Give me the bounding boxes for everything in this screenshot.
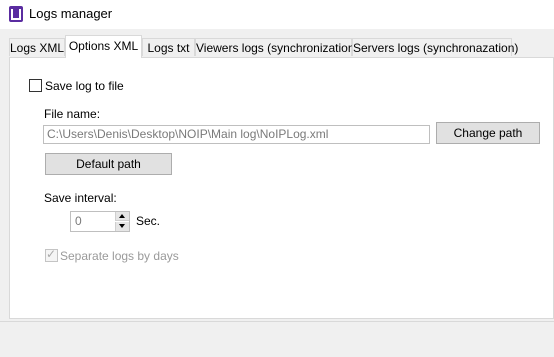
tab-options-xml[interactable]: Options XML: [65, 35, 142, 58]
interval-unit-label: Sec.: [136, 214, 161, 228]
separate-logs-checkbox[interactable]: ✓: [45, 247, 58, 262]
tab-servers-logs[interactable]: Servers logs (synchronazation): [352, 38, 518, 56]
title-bar: Logs manager: [0, 0, 554, 29]
default-path-button[interactable]: Default path: [45, 153, 172, 175]
tab-bar: Logs XML Options XML Logs txt Viewers lo…: [9, 35, 554, 58]
arrow-down-icon: [119, 224, 125, 228]
stepper-up-button[interactable]: [115, 212, 129, 221]
divider: [0, 321, 554, 322]
change-path-button[interactable]: Change path: [436, 122, 540, 144]
app-logo-icon: [9, 6, 23, 22]
window-title: Logs manager: [29, 6, 113, 21]
tab-logs-xml[interactable]: Logs XML: [9, 38, 65, 56]
tab-viewers-logs[interactable]: Viewers logs (synchronization): [195, 38, 359, 56]
interval-value[interactable]: 0: [75, 214, 82, 228]
separate-logs-label[interactable]: Separate logs by days: [60, 249, 179, 263]
save-log-label[interactable]: Save log to file: [45, 79, 124, 93]
options-panel: Save log to file File name: C:\Users\Den…: [9, 57, 554, 319]
save-interval-label: Save interval:: [44, 191, 117, 205]
stepper-down-button[interactable]: [115, 222, 129, 231]
file-path-field[interactable]: C:\Users\Denis\Desktop\NOIP\Main log\NoI…: [43, 125, 430, 144]
checkmark-icon: ✓: [46, 247, 57, 261]
arrow-up-icon: [119, 214, 125, 218]
save-log-checkbox[interactable]: [29, 79, 42, 92]
interval-stepper[interactable]: 0: [70, 211, 130, 232]
tab-logs-txt[interactable]: Logs txt: [142, 38, 195, 56]
file-name-label: File name:: [44, 107, 101, 121]
